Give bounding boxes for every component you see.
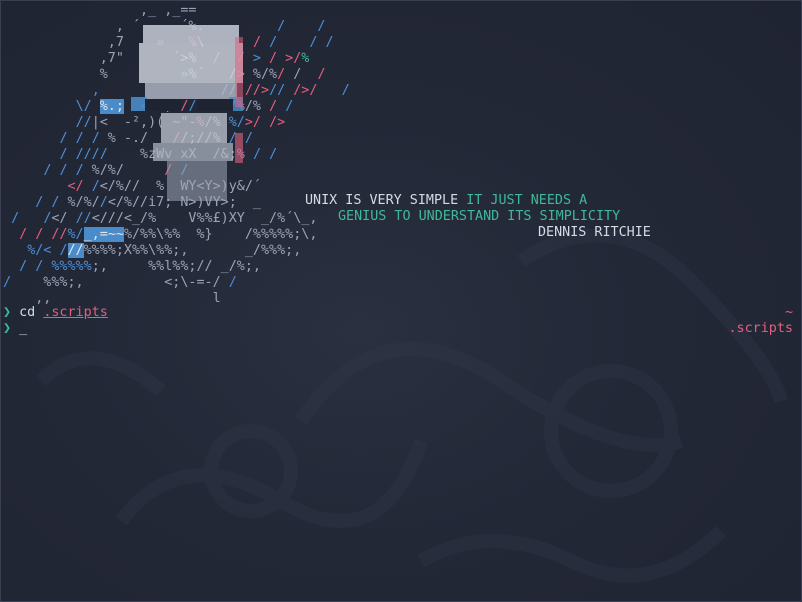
- quote-white-text: UNIX IS VERY SIMPLE: [305, 193, 459, 208]
- active-prompt-line[interactable]: ❯ _: [3, 321, 27, 337]
- quote-line-2: GENIUS TO UNDERSTAND ITS SIMPLICITY: [338, 209, 621, 224]
- right-prompt-home: ~: [784, 305, 793, 320]
- quote-line-1: UNIX IS VERY SIMPLE IT JUST NEEDS A: [305, 193, 587, 209]
- command-history-line: ❯ cd .scripts: [3, 305, 108, 321]
- prompt-chevron-icon: ❯: [3, 305, 12, 320]
- command-argument: .scripts: [43, 305, 108, 320]
- text-cursor[interactable]: _: [19, 321, 27, 336]
- terminal-window[interactable]: ,_ ,_== , ´ ´%. / / ,7 » %\ / / / / ,7" …: [0, 0, 802, 602]
- command-text: cd: [19, 305, 36, 320]
- ascii-portrait: ,_ ,_== , ´ ´%. / / ,7 » %\ / / / / ,7" …: [3, 3, 350, 306]
- right-prompt-current-dir: .scripts: [728, 321, 794, 336]
- quote-teal-text: IT JUST NEEDS A: [466, 193, 588, 208]
- quote-author: DENNIS RITCHIE: [538, 225, 651, 240]
- prompt-chevron-icon: ❯: [3, 321, 12, 336]
